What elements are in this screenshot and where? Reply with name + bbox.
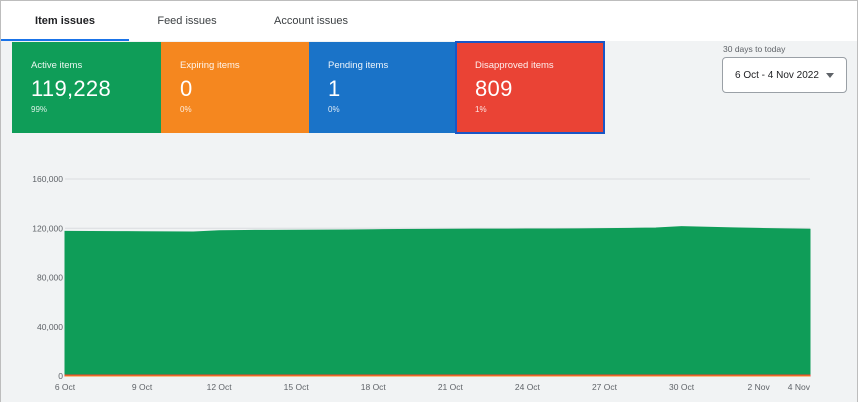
x-tick-label: 2 Nov — [748, 382, 771, 392]
x-tick-label: 21 Oct — [438, 382, 464, 392]
x-tick-label: 4 Nov — [788, 382, 811, 392]
x-tick-label: 27 Oct — [592, 382, 618, 392]
merchant-diagnostics-panel: Item issues Feed issues Account issues A… — [0, 0, 858, 402]
items-area-chart: 0 40,000 80,000 120,000 160,000 6 Oct 9 Oct 12… — [32, 174, 811, 392]
y-tick-label: 0 — [58, 371, 63, 381]
y-tick-label: 160,000 — [32, 174, 63, 184]
chart-areas — [64, 226, 811, 377]
x-tick-label: 18 Oct — [361, 382, 387, 392]
x-tick-label: 15 Oct — [284, 382, 310, 392]
y-tick-label: 120,000 — [32, 223, 63, 233]
x-tick-label: 6 Oct — [55, 382, 76, 392]
x-tick-label: 9 Oct — [132, 382, 153, 392]
y-axis-ticks: 0 40,000 80,000 120,000 160,000 — [32, 174, 63, 381]
x-tick-label: 30 Oct — [669, 382, 695, 392]
y-tick-label: 40,000 — [37, 322, 63, 332]
x-axis-ticks: 6 Oct 9 Oct 12 Oct 15 Oct 18 Oct 21 Oct 24 Oct… — [55, 382, 811, 392]
x-tick-label: 24 Oct — [515, 382, 541, 392]
y-tick-label: 80,000 — [37, 273, 63, 283]
x-tick-label: 12 Oct — [207, 382, 233, 392]
series-area-active-items — [64, 226, 811, 377]
